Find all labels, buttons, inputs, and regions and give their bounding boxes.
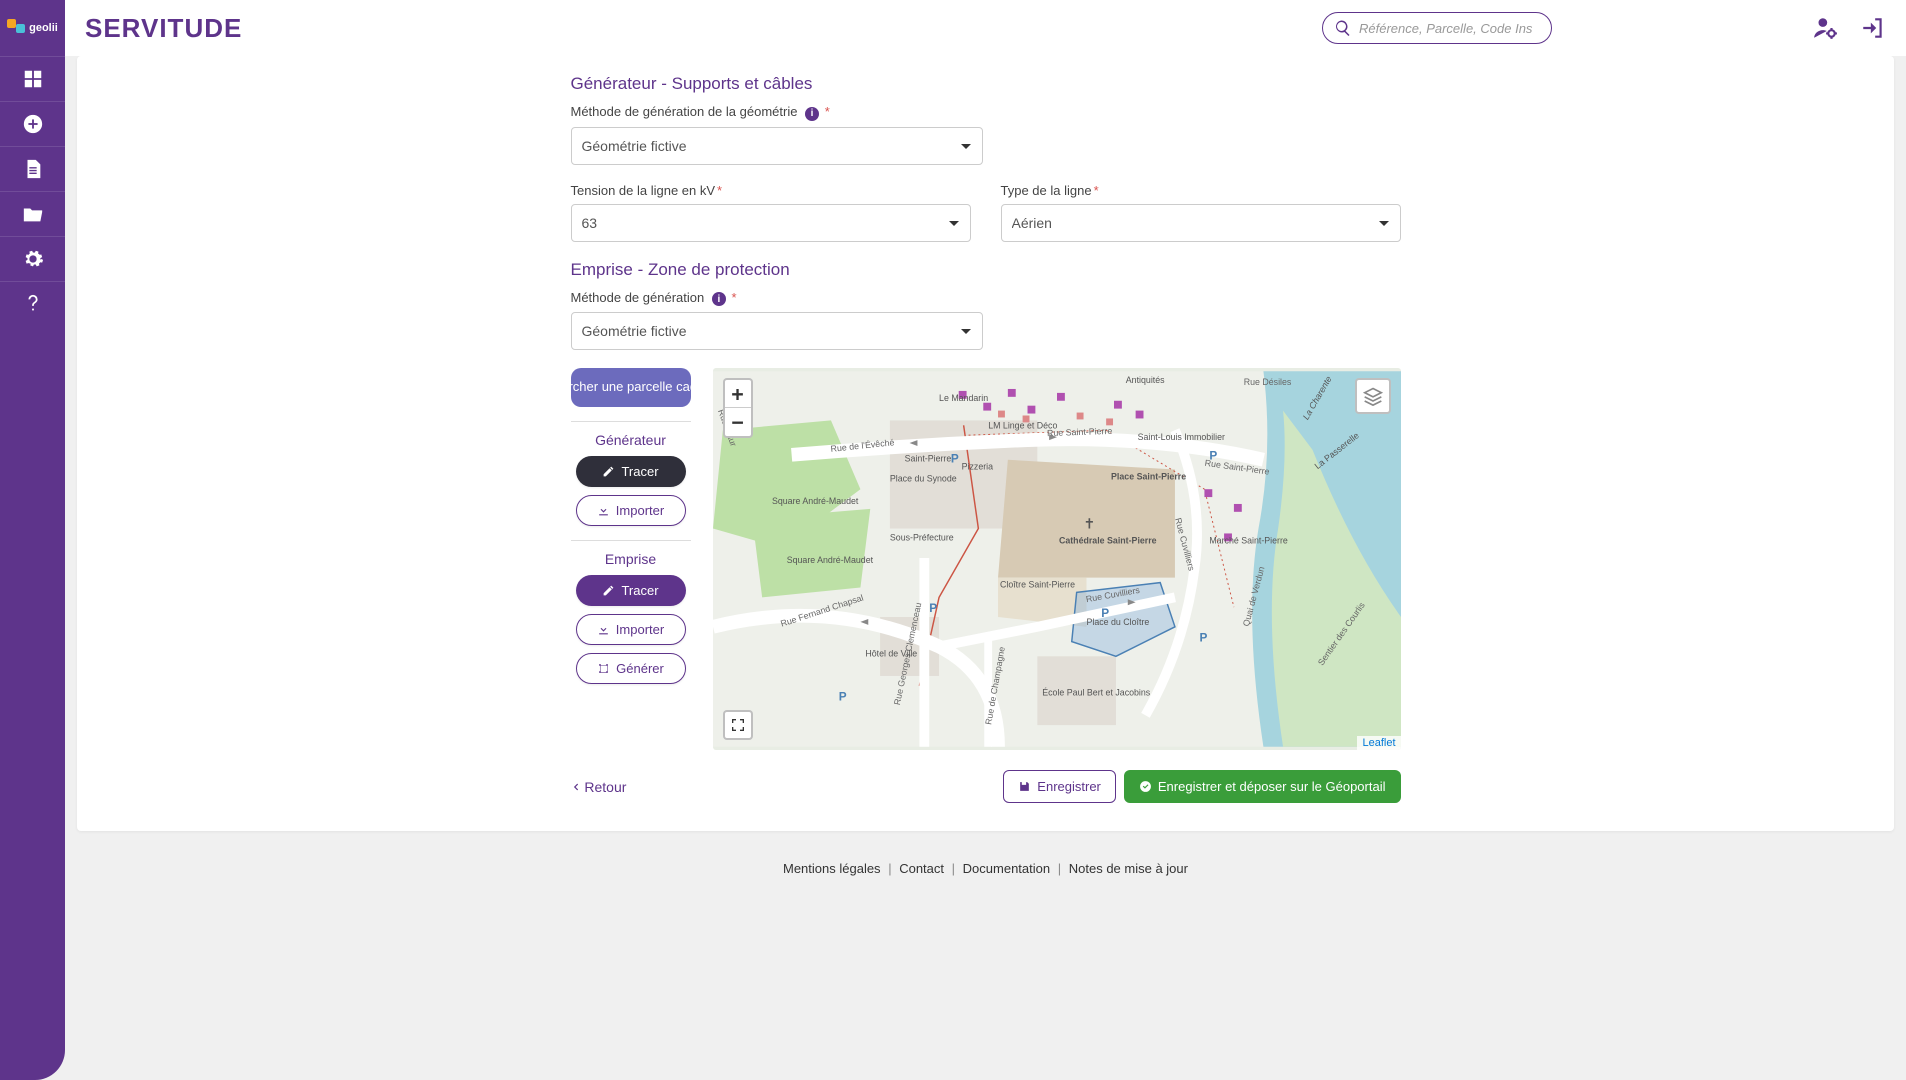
- search-parcel-button[interactable]: Rechercher une parcelle cadastrale: [571, 368, 691, 407]
- select-line-type[interactable]: Aérien: [1001, 204, 1401, 242]
- svg-text:Cloître Saint-Pierre: Cloître Saint-Pierre: [999, 580, 1074, 590]
- svg-text:Marché Saint-Pierre: Marché Saint-Pierre: [1209, 535, 1288, 545]
- search-input[interactable]: [1322, 12, 1552, 44]
- grid-icon: [22, 68, 44, 90]
- header: SERVITUDE: [65, 0, 1906, 56]
- tool-label-generator: Générateur: [595, 432, 666, 448]
- svg-text:Square André-Maudet: Square André-Maudet: [786, 555, 873, 565]
- map-layers-button[interactable]: [1355, 378, 1391, 414]
- svg-text:P: P: [950, 453, 958, 466]
- label-line-type: Type de la ligne*: [1001, 183, 1401, 198]
- emprise-import-button[interactable]: Importer: [576, 614, 686, 645]
- zoom-out-button[interactable]: −: [725, 408, 751, 436]
- svg-text:P: P: [929, 602, 937, 615]
- sidebar-item-dashboard[interactable]: [0, 56, 65, 101]
- label-gen-method2: Méthode de génération i *: [571, 290, 1401, 307]
- sidebar-item-help[interactable]: [0, 281, 65, 326]
- page-title: SERVITUDE: [85, 13, 242, 44]
- save-icon: [1018, 780, 1031, 793]
- map-canvas[interactable]: PPP PPP ✝ Rue de l'Évêché Rue Saint-Pier…: [713, 368, 1401, 750]
- svg-text:Place du Synode: Place du Synode: [889, 473, 956, 483]
- svg-text:Pizzeria: Pizzeria: [961, 462, 992, 472]
- sidebar: geolii: [0, 0, 65, 1080]
- layers-icon: [1363, 386, 1383, 406]
- map-attribution[interactable]: Leaflet: [1357, 736, 1400, 750]
- edit-icon: [602, 584, 615, 597]
- folder-open-icon: [22, 203, 44, 225]
- map-svg: PPP PPP ✝ Rue de l'Évêché Rue Saint-Pier…: [713, 368, 1401, 750]
- section-title-generator: Générateur - Supports et câbles: [571, 74, 1401, 94]
- polygon-icon: [597, 662, 610, 675]
- svg-text:Le Mandarin: Le Mandarin: [939, 393, 988, 403]
- save-button[interactable]: Enregistrer: [1003, 770, 1116, 803]
- logo-icon: [7, 19, 25, 37]
- zoom-in-button[interactable]: +: [725, 380, 751, 408]
- map-tools: Rechercher une parcelle cadastrale Génér…: [571, 368, 691, 750]
- svg-text:Hôtel de Ville: Hôtel de Ville: [865, 648, 917, 658]
- footer: Mentions légales | Contact | Documentati…: [65, 843, 1906, 884]
- document-icon: [22, 158, 44, 180]
- svg-text:✝: ✝: [1083, 517, 1095, 532]
- svg-text:Rue Désiles: Rue Désiles: [1243, 377, 1291, 387]
- info-icon[interactable]: i: [712, 292, 726, 306]
- select-gen-method2[interactable]: Géométrie fictive: [571, 312, 983, 350]
- svg-text:Place du Cloître: Place du Cloître: [1086, 617, 1149, 627]
- svg-text:École Paul Bert et Jacobins: École Paul Bert et Jacobins: [1042, 688, 1151, 698]
- question-icon: [22, 293, 44, 315]
- gear-icon: [22, 248, 44, 270]
- svg-text:Place Saint-Pierre: Place Saint-Pierre: [1111, 471, 1186, 481]
- svg-text:Sous-Préfecture: Sous-Préfecture: [889, 532, 953, 542]
- select-geom-method[interactable]: Géométrie fictive: [571, 127, 983, 165]
- label-tension: Tension de la ligne en kV*: [571, 183, 971, 198]
- check-circle-icon: [1139, 780, 1152, 793]
- map-zoom-control: + −: [723, 378, 753, 438]
- save-deposit-button[interactable]: Enregistrer et déposer sur le Géoportail: [1124, 770, 1401, 803]
- sidebar-item-settings[interactable]: [0, 236, 65, 281]
- svg-text:LM Linge et Déco: LM Linge et Déco: [988, 420, 1057, 430]
- brand-logo: geolii: [0, 0, 65, 56]
- chevron-left-icon: [571, 782, 581, 792]
- generator-trace-button[interactable]: Tracer: [576, 456, 686, 487]
- svg-text:Saint-Pierre: Saint-Pierre: [904, 454, 951, 464]
- svg-text:P: P: [838, 691, 846, 704]
- footer-legal[interactable]: Mentions légales: [783, 861, 881, 876]
- label-geom-method: Méthode de génération de la géométrie i …: [571, 104, 1401, 121]
- required-marker: *: [825, 104, 830, 119]
- svg-text:Square André-Maudet: Square André-Maudet: [771, 496, 858, 506]
- edit-icon: [602, 465, 615, 478]
- svg-text:Saint-Louis Immobilier: Saint-Louis Immobilier: [1137, 432, 1224, 442]
- sidebar-item-document[interactable]: [0, 146, 65, 191]
- emprise-trace-button[interactable]: Tracer: [576, 575, 686, 606]
- form-card: Générateur - Supports et câbles Méthode …: [77, 56, 1894, 831]
- download-icon: [597, 623, 610, 636]
- plus-circle-icon: [22, 113, 44, 135]
- tool-label-emprise: Emprise: [605, 551, 656, 567]
- search-icon: [1334, 19, 1352, 37]
- emprise-generate-button[interactable]: Générer: [576, 653, 686, 684]
- generator-import-button[interactable]: Importer: [576, 495, 686, 526]
- global-search: [1322, 12, 1552, 44]
- sidebar-item-folder[interactable]: [0, 191, 65, 236]
- svg-text:Cathédrale Saint-Pierre: Cathédrale Saint-Pierre: [1058, 535, 1156, 545]
- brand-text: geolii: [29, 22, 58, 34]
- info-icon[interactable]: i: [805, 107, 819, 121]
- logout-icon[interactable]: [1860, 15, 1886, 41]
- select-tension[interactable]: 63: [571, 204, 971, 242]
- sidebar-item-add[interactable]: [0, 101, 65, 146]
- map-fullscreen-button[interactable]: [723, 710, 753, 740]
- download-icon: [597, 504, 610, 517]
- svg-text:Antiquités: Antiquités: [1125, 375, 1164, 385]
- svg-text:P: P: [1199, 632, 1207, 645]
- footer-doc[interactable]: Documentation: [963, 861, 1050, 876]
- user-settings-icon[interactable]: [1812, 15, 1838, 41]
- footer-notes[interactable]: Notes de mise à jour: [1069, 861, 1188, 876]
- footer-contact[interactable]: Contact: [899, 861, 944, 876]
- back-link[interactable]: Retour: [571, 779, 627, 795]
- section-title-emprise: Emprise - Zone de protection: [571, 260, 1401, 280]
- fullscreen-icon: [730, 717, 746, 733]
